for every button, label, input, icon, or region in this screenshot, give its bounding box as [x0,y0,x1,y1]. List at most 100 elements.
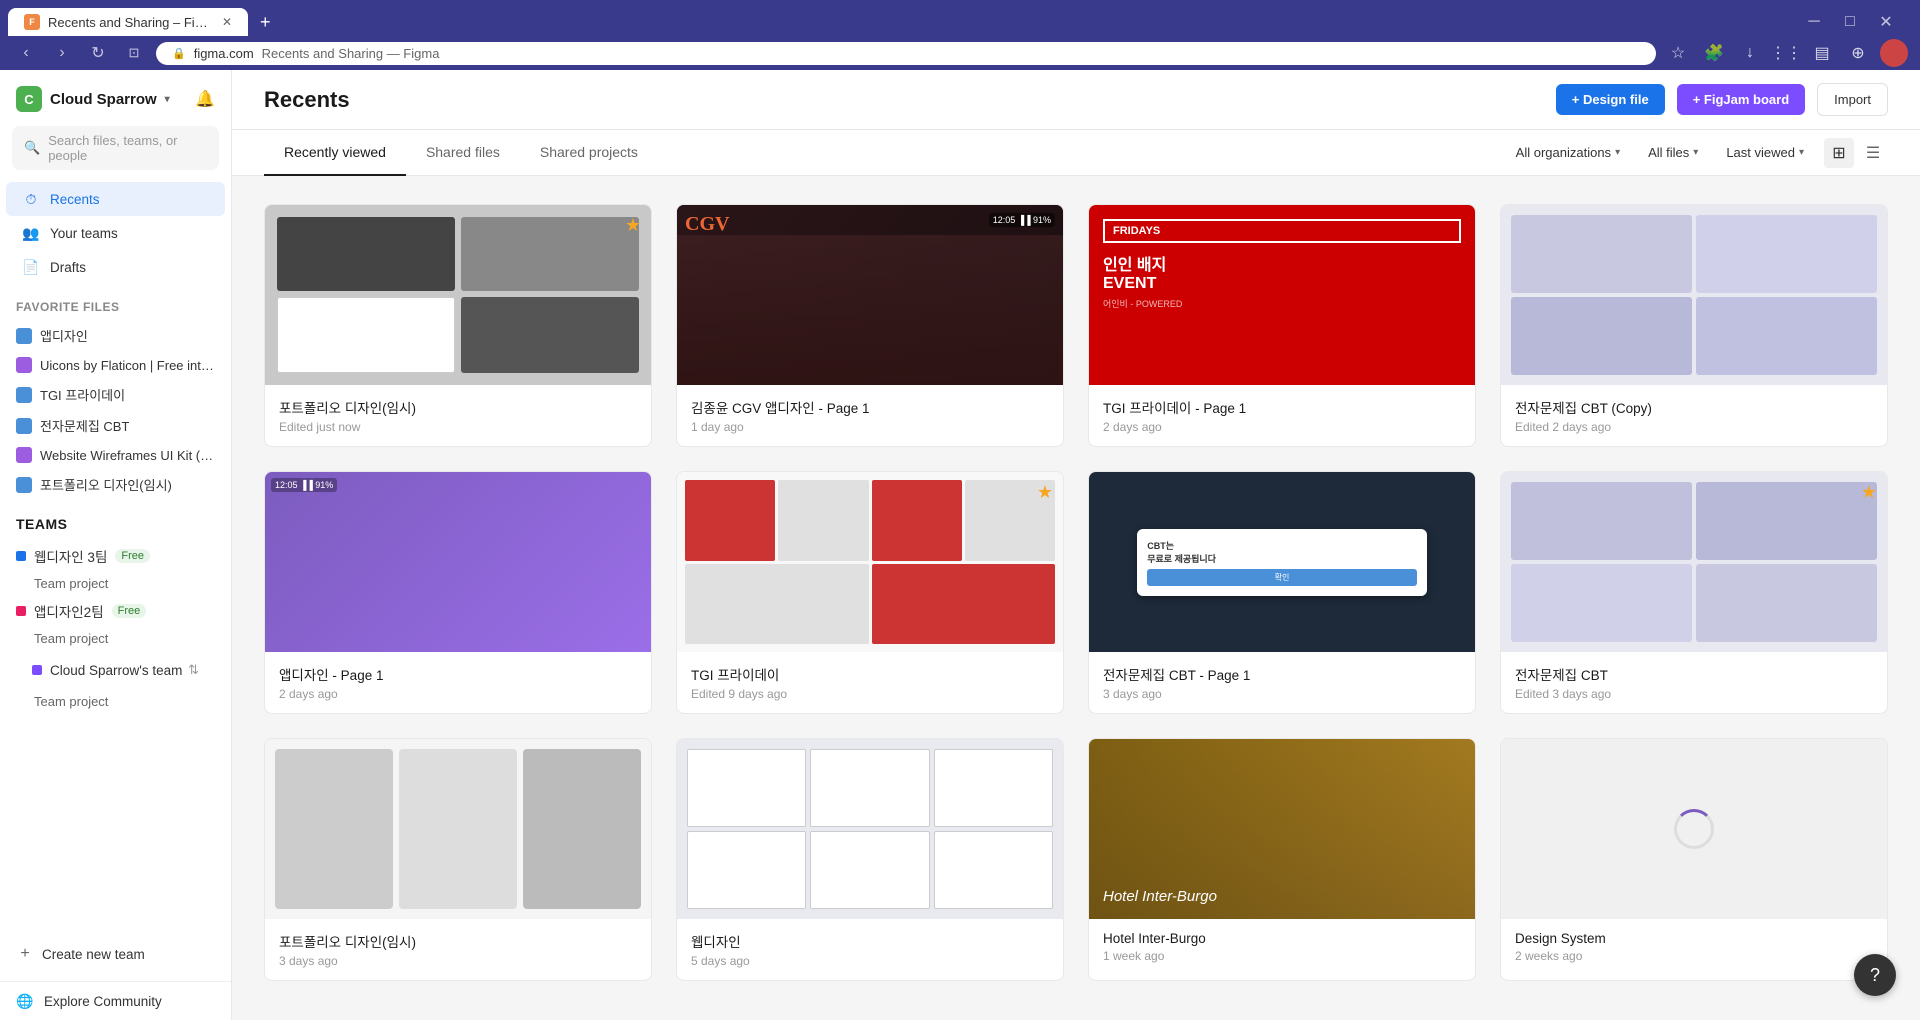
file-card[interactable]: ★TGI 프라이데이Edited 9 days ago [676,471,1064,714]
sidebar-header: C Cloud Sparrow ▾ 🔔 [0,70,231,120]
import-button[interactable]: Import [1817,83,1888,116]
file-thumbnail: Hotel Inter-Burgo [1089,739,1475,919]
search-icon: 🔍 [24,140,40,156]
files-grid: ★포트폴리오 디자인(임시)Edited just now CGV 12:05 … [264,204,1888,981]
notifications-icon[interactable]: 🔔 [195,89,215,109]
all-files-filter[interactable]: All files ▾ [1640,141,1706,164]
file-card[interactable]: CBT는무료로 제공됩니다 확인 전자문제집 CBT - Page 13 day… [1088,471,1476,714]
file-card[interactable]: 12:05 ▐▐ 91% 앱디자인 - Page 12 days ago [264,471,652,714]
drafts-label: Drafts [50,260,86,275]
file-icon [16,418,32,434]
tab-close-icon[interactable]: ✕ [222,15,232,29]
design-file-button[interactable]: + Design file [1556,84,1665,115]
favorite-file-item[interactable]: Website Wireframes UI Kit (Communi... [0,441,231,469]
org-name-label: Cloud Sparrow [50,91,157,108]
home-button[interactable]: ⊡ [120,39,148,67]
forward-button[interactable]: › [48,39,76,67]
tab-shared-files[interactable]: Shared files [406,130,520,176]
file-info: 전자문제집 CBT (Copy)Edited 2 days ago [1501,385,1887,446]
favorite-file-item[interactable]: TGI 프라이데이 [0,379,231,410]
favorite-files-list: 앱디자인 Uicons by Flaticon | Free interface … [0,320,231,500]
file-card[interactable]: 포트폴리오 디자인(임시)3 days ago [264,738,652,981]
app-container: C Cloud Sparrow ▾ 🔔 🔍 Search files, team… [0,70,1920,1020]
team-item[interactable]: 앱디자인2팀Free [0,595,231,627]
favorite-file-item[interactable]: Uicons by Flaticon | Free interface ic..… [0,351,231,379]
figjam-board-button[interactable]: + FigJam board [1677,84,1805,115]
favorite-file-item[interactable]: 앱디자인 [0,320,231,351]
file-name: 전자문제집 CBT (Copy) [1515,397,1873,417]
active-tab[interactable]: F Recents and Sharing – Figm... ✕ [8,8,248,36]
sort-icon[interactable]: ⇅ [188,662,199,678]
team-item[interactable]: 웹디자인 3팀Free [0,540,231,572]
file-thumbnail [265,739,651,919]
explore-community-item[interactable]: 🌐 Explore Community [0,981,231,1020]
tab-shared-projects[interactable]: Shared projects [520,130,658,176]
star-icon[interactable]: ★ [1861,482,1877,503]
reload-button[interactable]: ↻ [84,39,112,67]
download-icon[interactable]: ↓ [1736,39,1764,67]
tabs-left: Recently viewed Shared files Shared proj… [264,130,658,175]
team-name-row: 앱디자인2팀Free [16,601,215,621]
list-view-button[interactable]: ☰ [1858,138,1888,168]
search-box[interactable]: 🔍 Search files, teams, or people [12,126,219,170]
tab-recently-viewed[interactable]: Recently viewed [264,130,406,176]
team-item[interactable]: Cloud Sparrow's team ⇅ [0,650,231,690]
close-window-icon[interactable]: ✕ [1872,8,1900,36]
bookmark-icon[interactable]: ☆ [1664,39,1692,67]
team-name: 웹디자인 3팀 [34,546,107,566]
file-card[interactable]: 웹디자인5 days ago [676,738,1064,981]
chevron-down-icon: ▾ [1799,147,1804,158]
grid-icon[interactable]: ⋮⋮ [1772,39,1800,67]
last-viewed-filter[interactable]: Last viewed ▾ [1718,141,1812,164]
team-subitem[interactable]: Team project [0,690,231,713]
plus-icon: + [16,945,34,963]
sidebar-item-your-teams[interactable]: 👥 Your teams [6,216,225,250]
file-card[interactable]: Hotel Inter-Burgo Hotel Inter-Burgo1 wee… [1088,738,1476,981]
favorite-file-item[interactable]: 포트폴리오 디자인(임시) [0,469,231,500]
profile-icon[interactable]: ⊕ [1844,39,1872,67]
file-label: Uicons by Flaticon | Free interface ic..… [40,358,215,373]
new-tab-button[interactable]: + [252,8,279,37]
file-card[interactable]: ★전자문제집 CBTEdited 3 days ago [1500,471,1888,714]
your-teams-label: Your teams [50,226,118,241]
restore-icon[interactable]: □ [1836,8,1864,36]
star-icon[interactable]: ★ [625,215,641,236]
help-button[interactable]: ? [1854,954,1896,996]
file-card[interactable]: CGV 12:05 ▐▐ 91% 김종윤 CGV 앱디자인 - Page 11 … [676,204,1064,447]
team-subitem[interactable]: Team project [0,572,231,595]
favorite-file-item[interactable]: 전자문제집 CBT [0,410,231,441]
file-info: 웹디자인5 days ago [677,919,1063,980]
team-dot [16,606,26,616]
star-icon[interactable]: ★ [1037,482,1053,503]
back-button[interactable]: ‹ [12,39,40,67]
file-info: TGI 프라이데이 - Page 12 days ago [1089,385,1475,446]
address-bar[interactable]: 🔒 figma.com Recents and Sharing — Figma [156,42,1656,65]
file-name: 앱디자인 - Page 1 [279,664,637,684]
file-card[interactable]: ★포트폴리오 디자인(임시)Edited just now [264,204,652,447]
sidebar-item-drafts[interactable]: 📄 Drafts [6,250,225,284]
extensions-icon[interactable]: 🧩 [1700,39,1728,67]
chevron-down-icon: ▾ [1693,147,1698,158]
file-card[interactable]: Design System2 weeks ago [1500,738,1888,981]
user-avatar[interactable] [1880,39,1908,67]
file-name: 전자문제집 CBT [1515,664,1873,684]
grid-view-button[interactable]: ⊞ [1824,138,1854,168]
team-name-row: 웹디자인 3팀Free [16,546,215,566]
sidebar-item-recents[interactable]: ⏱ Recents [6,182,225,216]
tabs-bar: Recently viewed Shared files Shared proj… [232,130,1920,176]
team-dot [16,551,26,561]
minimize-icon[interactable]: ─ [1800,8,1828,36]
file-meta: Edited just now [279,420,637,434]
all-organizations-filter[interactable]: All organizations ▾ [1508,141,1628,164]
create-new-team-button[interactable]: + Create new team [0,935,231,973]
file-thumbnail: CBT는무료로 제공됩니다 확인 [1089,472,1475,652]
file-thumbnail [677,739,1063,919]
team-name: 앱디자인2팀 [34,601,104,621]
team-subitem[interactable]: Team project [0,627,231,650]
browser-toolbar-icons: ☆ 🧩 ↓ ⋮⋮ ▤ ⊕ [1664,39,1908,67]
org-selector[interactable]: C Cloud Sparrow ▾ [16,86,170,112]
header-actions: + Design file + FigJam board Import [1556,83,1888,116]
file-card[interactable]: 전자문제집 CBT (Copy)Edited 2 days ago [1500,204,1888,447]
file-card[interactable]: FRIDAYS 인인 배지EVENT 어인비 - POWERED TGI 프라이… [1088,204,1476,447]
sidebar-toggle-icon[interactable]: ▤ [1808,39,1836,67]
